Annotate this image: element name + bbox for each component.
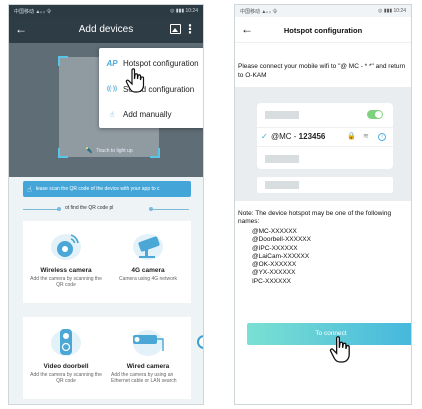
device-card-title: Wireless camera xyxy=(40,267,92,274)
device-card-wireless-camera[interactable]: Wireless camera Add the camera by scanni… xyxy=(23,221,109,303)
hotspot-configuration-screen: 中国移动 ▲ᵢₗ ᵢₗ 令 ◎ ▮▮▮ 10:24 ← Hotspot conf… xyxy=(234,4,412,405)
wifi-ssid: @MC - 123456 xyxy=(271,132,325,141)
status-carrier: 中国移动 ▲ᵢₗ ᵢₗ 令 xyxy=(14,8,52,15)
ssid-number: 123456 xyxy=(298,132,326,141)
wifi-toggle-row xyxy=(257,105,393,125)
hotspot-name: @OK-XXXXXX xyxy=(252,261,297,269)
connect-instruction: Please connect your mobile wifi to "@ MC… xyxy=(238,63,406,79)
info-icon: i xyxy=(378,133,386,141)
menu-item-label: Add manually xyxy=(123,109,172,119)
hotspot-name-list: @MC-XXXXXX @Doorbell-XXXXXX @IPC-XXXXXX … xyxy=(252,228,311,286)
wifi-list-card: ✓ @MC - 123456 🔒 ≋ i xyxy=(257,103,393,169)
wireless-camera-icon xyxy=(51,234,81,260)
device-card-title: 4G camera xyxy=(131,267,165,274)
menu-item-add-manually[interactable]: ☝ Add manually xyxy=(99,101,203,127)
device-card-desc: Add the camera by scanning the QR code xyxy=(30,276,102,288)
more-options-icon[interactable]: ⋮ xyxy=(184,23,196,35)
menu-item-label: Hotspot configuration xyxy=(123,58,199,68)
placeholder-bar xyxy=(265,111,299,119)
device-card-4g-camera[interactable]: 4G camera Camera using 4G network xyxy=(105,221,191,303)
device-card-video-doorbell[interactable]: Video doorbell Add the camera by scannin… xyxy=(23,317,109,399)
placeholder-bar xyxy=(265,181,299,189)
wifi-placeholder-card xyxy=(257,177,393,193)
divider-dot xyxy=(57,207,61,211)
hotspot-name: @MC-XXXXXX xyxy=(252,228,297,235)
scan-corner xyxy=(58,56,68,66)
add-devices-screen: 中国移动 ▲ᵢₗ ᵢₗ 令 ◎ ▮▮▮ 10:24 ← Add devices … xyxy=(8,4,204,405)
ssid-prefix: @MC - xyxy=(271,132,299,141)
checkmark-icon: ✓ xyxy=(261,132,268,141)
status-bar: 中国移动 ▲ᵢₗ ᵢₗ 令 ◎ ▮▮▮ 10:24 xyxy=(9,5,203,17)
hotspot-name: @YX-XXXXXX xyxy=(252,269,296,277)
video-doorbell-icon xyxy=(51,329,81,356)
page-title: Hotspot configuration xyxy=(283,26,363,35)
lock-icon: 🔒 xyxy=(347,133,356,140)
tap-hand-cursor-icon xyxy=(125,68,145,93)
no-qr-divider: ot find the QR code pl xyxy=(23,203,191,217)
divider-line xyxy=(153,209,189,210)
menu-item-hotspot-configuration[interactable]: AP Hotspot configuration xyxy=(99,50,203,76)
sound-wave-icon: ((·)) xyxy=(107,86,117,92)
device-card-title: Wired camera xyxy=(126,363,170,370)
scroll-indicator-icon xyxy=(197,335,203,349)
4g-camera-icon xyxy=(133,234,163,260)
hand-pointer-icon: ☝ xyxy=(27,184,32,194)
add-method-menu: AP Hotspot configuration ((·)) Sound con… xyxy=(99,48,203,128)
hotspot-name: IPC-XXXXXX xyxy=(252,277,292,285)
divider-label: ot find the QR code pl xyxy=(65,205,114,211)
wifi-signal-icon: ≋ xyxy=(363,133,369,140)
wifi-settings-illustration: ✓ @MC - 123456 🔒 ≋ i xyxy=(235,87,411,201)
wifi-network-row: ✓ @MC - 123456 🔒 ≋ i xyxy=(257,127,393,147)
torch-toggle[interactable]: 🔦 Touch to light up xyxy=(59,147,159,154)
menu-item-sound-configuration[interactable]: ((·)) Sound configuration xyxy=(99,76,203,102)
hotspot-name: @IPC-XXXXXX xyxy=(252,244,298,252)
device-card-title: Video doorbell xyxy=(43,363,89,370)
hotspot-name: @LaiCam-XXXXXX xyxy=(252,252,310,260)
device-card-wired-camera[interactable]: Wired camera Add the camera by using an … xyxy=(105,317,191,399)
status-battery: ◎ ▮▮▮ 10:24 xyxy=(378,8,406,14)
flashlight-icon: 🔦 xyxy=(85,148,93,154)
placeholder-bar xyxy=(265,155,299,163)
ap-icon: AP xyxy=(106,58,118,68)
status-carrier: 中国移动 ▲ᵢₗ ᵢₗ 令 xyxy=(240,8,278,15)
hotspot-note: Note: The device hotspot may be one of t… xyxy=(238,210,392,225)
torch-label: Touch to light up xyxy=(96,148,133,154)
scan-hint-text: lease scan the QR code of the device wit… xyxy=(35,186,160,192)
top-app-bar: ← Hotspot configuration xyxy=(235,17,411,43)
device-card-desc: Camera using 4G network xyxy=(118,276,178,282)
scan-hint-banner: ☝ lease scan the QR code of the device w… xyxy=(23,181,191,197)
tap-hand-cursor-icon xyxy=(329,336,350,363)
device-card-desc: Add the camera by using an Ethernet cabl… xyxy=(111,372,177,384)
gallery-icon[interactable] xyxy=(170,24,181,34)
top-app-bar: ← Add devices ⋮ xyxy=(9,17,203,43)
status-bar: 中国移动 ▲ᵢₗ ᵢₗ 令 ◎ ▮▮▮ 10:24 xyxy=(235,5,411,17)
wifi-placeholder-row xyxy=(257,149,393,169)
hotspot-name: @Doorbell-XXXXXX xyxy=(252,236,311,244)
device-card-desc: Add the camera by scanning the QR code xyxy=(30,372,102,384)
wired-camera-icon xyxy=(133,330,164,356)
divider-line xyxy=(23,209,59,210)
hand-pointer-icon: ☝ xyxy=(109,109,115,119)
status-battery: ◎ ▮▮▮ 10:24 xyxy=(170,8,198,14)
wifi-toggle xyxy=(367,110,383,119)
